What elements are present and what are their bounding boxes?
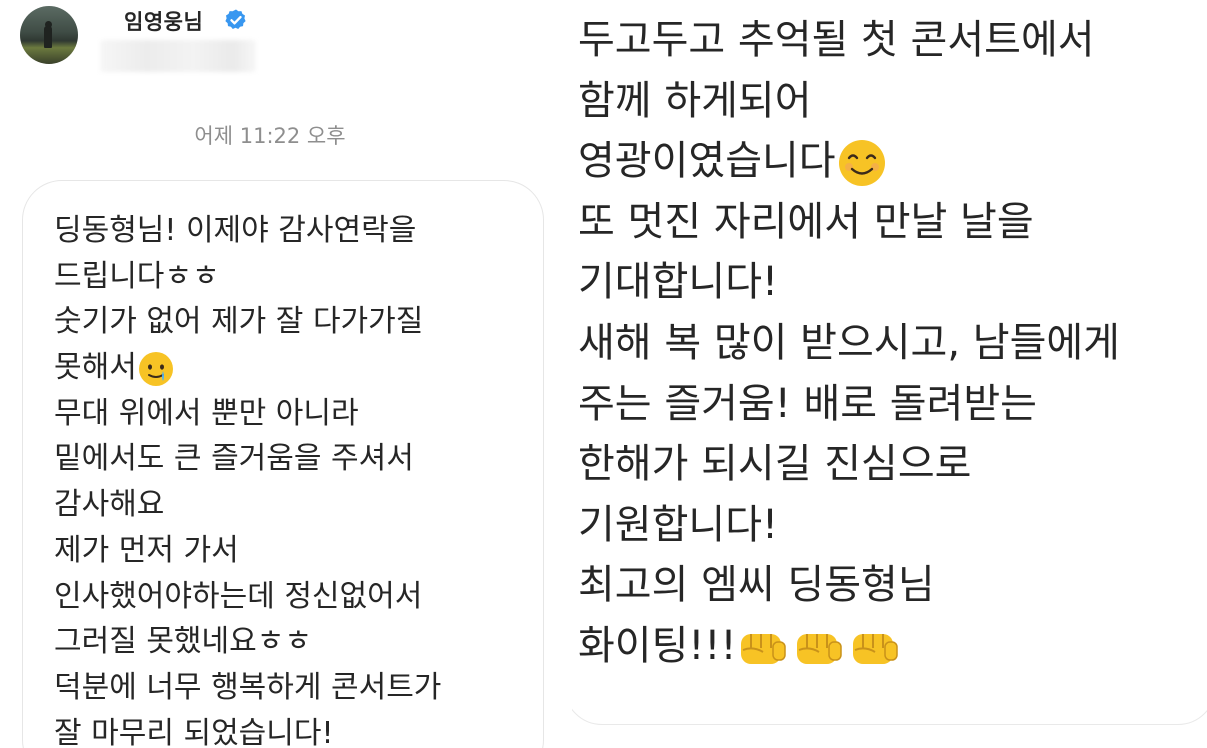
- left-chat-panel: 임영웅님 어제 11:22 오후 딩동형님! 이제야 감사연락을 드립니다ㅎㅎ …: [0, 0, 566, 748]
- message-line-text: 못해서: [54, 350, 137, 386]
- message-line: 또 멋진 자리에서 만날 날을: [578, 198, 1034, 245]
- right-chat-panel: 두고두고 추억될 첫 콘서트에서 함께 하게되어 영광이였습니다 또 멋진 자리…: [572, 0, 1207, 748]
- message-line: 인사했어야하는데 정신없어서: [54, 578, 423, 614]
- message-line: 최고의 엠씨 딩동형님: [578, 562, 935, 609]
- message-line: 기원합니다!: [578, 501, 779, 548]
- message-line: 감사해요: [54, 487, 165, 523]
- message-line-text: 영광이였습니다: [578, 138, 836, 185]
- verified-badge-icon: [225, 9, 246, 29]
- message-line: 덕분에 너무 행복하게 콘서트가: [54, 669, 442, 705]
- message-line: 잘 마무리 되었습니다!: [54, 715, 334, 748]
- message-line: 숫기가 없어 제가 잘 다가가질: [54, 304, 424, 340]
- message-line-with-emoji: 화이팅!!!: [578, 616, 1207, 677]
- message-line: 주는 즐거움! 배로 돌려받는: [578, 380, 1037, 427]
- message-line: 밑에서도 큰 즐거움을 주셔서: [54, 441, 414, 477]
- message-line: 드립니다ㅎㅎ: [54, 258, 220, 294]
- message-line: 두고두고 추억될 첫 콘서트에서: [578, 17, 1095, 63]
- fist-emoji-icon: [740, 633, 786, 664]
- message-line: 무대 위에서 뿐만 아니라: [54, 395, 359, 431]
- avatar[interactable]: [20, 6, 78, 64]
- username[interactable]: 임영웅님: [124, 6, 203, 36]
- fist-emoji-icon: [796, 633, 842, 664]
- message-line: 함께 하게되어: [578, 77, 812, 124]
- message-line: 기대합니다!: [578, 259, 779, 306]
- tearful-smile-emoji-icon: [138, 351, 173, 386]
- message-line-text: 화이팅!!!: [578, 622, 737, 669]
- message-line: 한해가 되시길 진심으로: [578, 441, 972, 488]
- blurred-subtitle: [100, 40, 256, 72]
- smiling-face-emoji-icon: [838, 140, 885, 187]
- message-line-with-emoji: 영광이였습니다: [578, 131, 1207, 192]
- message-line-with-emoji: 못해서: [54, 345, 554, 391]
- fist-emoji-icon: [852, 633, 898, 664]
- message-line: 딩동형님! 이제야 감사연락을: [54, 213, 417, 248]
- screenshot-collage: 임영웅님 어제 11:22 오후 딩동형님! 이제야 감사연락을 드립니다ㅎㅎ …: [0, 0, 1207, 748]
- message-line: 그러질 못했네요ㅎㅎ: [54, 624, 312, 660]
- avatar-person-body: [44, 26, 52, 48]
- message-text-right: 두고두고 추억될 첫 콘서트에서 함께 하게되어 영광이였습니다 또 멋진 자리…: [578, 10, 1207, 677]
- message-line: 제가 먼저 가서: [54, 532, 239, 568]
- profile-header[interactable]: 임영웅님: [0, 0, 566, 90]
- message-timestamp: 어제 11:22 오후: [194, 124, 346, 148]
- message-text-left: 딩동형님! 이제야 감사연락을 드립니다ㅎㅎ 숫기가 없어 제가 잘 다가가질 …: [54, 208, 554, 748]
- message-line: 새해 복 많이 받으시고, 남들에게: [578, 319, 1120, 366]
